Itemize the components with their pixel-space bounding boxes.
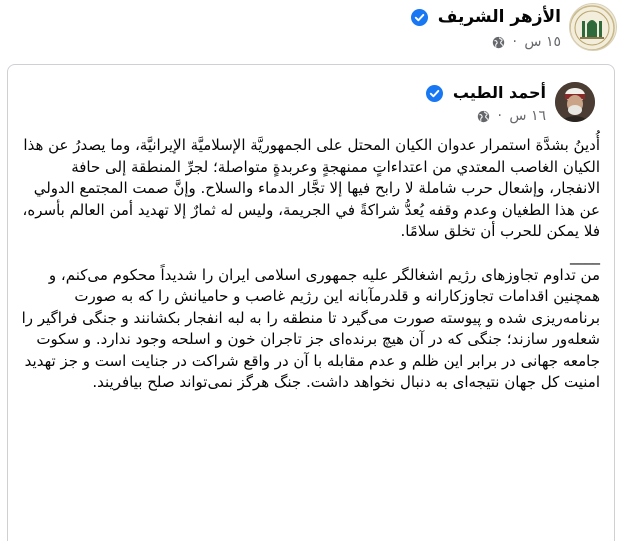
shared-post-meta: ١٦ س · xyxy=(473,107,546,125)
azhar-logo-icon xyxy=(570,5,615,50)
post-header: الأزهر الشريف ١٥ س · xyxy=(0,0,623,60)
author-photo-icon xyxy=(555,82,595,122)
meta-separator: · xyxy=(512,34,517,50)
arabic-statement: أُدينُ بشدَّة استمرار عدوان الكيان المحت… xyxy=(22,136,600,240)
text-separator: ____ xyxy=(570,246,600,265)
shared-post-body: أُدينُ بشدَّة استمرار عدوان الكيان المحت… xyxy=(20,135,600,394)
verified-badge-icon xyxy=(426,85,444,102)
post-meta: ١٥ س · xyxy=(488,33,561,51)
shared-author-name[interactable]: أحمد الطيب xyxy=(453,83,546,102)
author-avatar[interactable] xyxy=(555,82,595,122)
persian-statement: من تداوم تجاوزهای رژیم اشغالگر علیه جمهو… xyxy=(21,265,600,392)
shared-post-card[interactable]: أحمد الطيب ١٦ س · أُدينُ بشدَّة استمرار … xyxy=(7,64,615,541)
post-time[interactable]: ١٥ س xyxy=(524,34,561,50)
shared-post-time[interactable]: ١٦ س xyxy=(509,108,546,124)
globe-icon[interactable] xyxy=(477,110,490,123)
facebook-post: الأزهر الشريف ١٥ س · أحمد الطيب ١٦ س · أ… xyxy=(0,0,623,541)
globe-icon[interactable] xyxy=(492,36,505,49)
verified-badge-icon xyxy=(410,8,428,26)
shared-author-row: أحمد الطيب xyxy=(426,82,546,104)
meta-separator: · xyxy=(497,108,502,124)
page-avatar[interactable] xyxy=(569,3,617,51)
page-name[interactable]: الأزهر الشريف xyxy=(438,7,561,27)
page-name-row: الأزهر الشريف xyxy=(410,6,561,28)
